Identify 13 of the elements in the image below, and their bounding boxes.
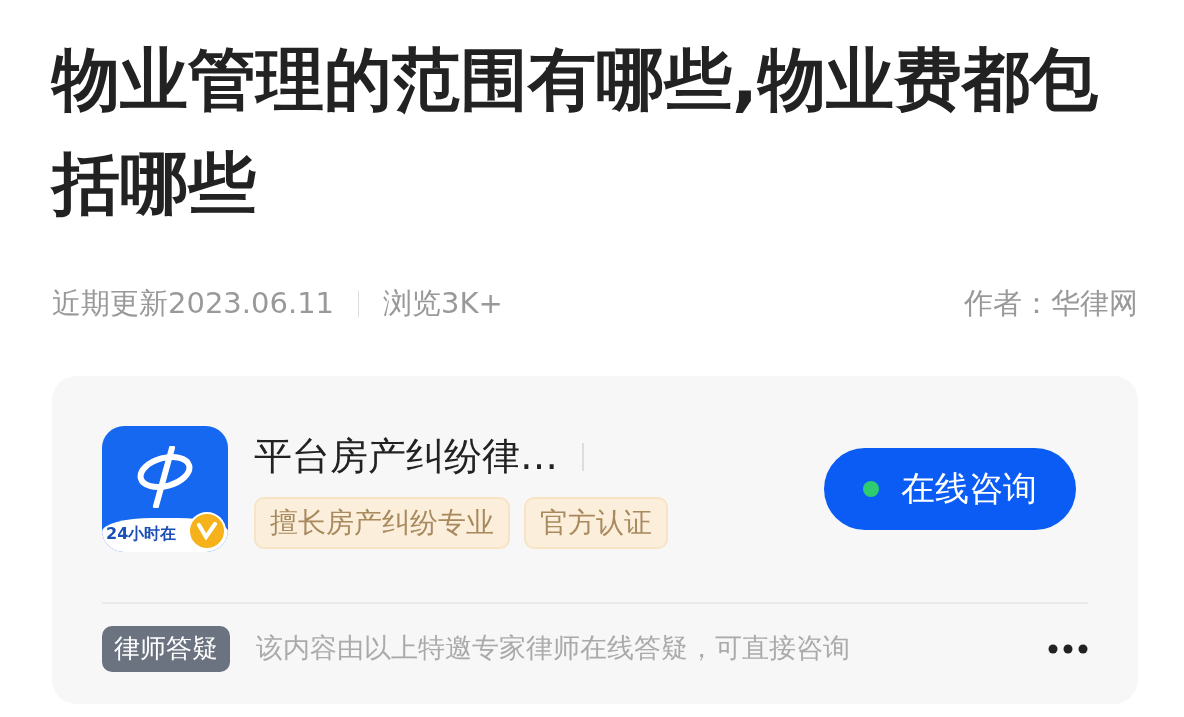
author: 作者：华律网 bbox=[964, 285, 1138, 322]
view-count: 浏览3K+ bbox=[383, 285, 503, 322]
phi-icon bbox=[136, 445, 194, 508]
more-icon[interactable] bbox=[1048, 643, 1088, 654]
consult-button[interactable]: 在线咨询 bbox=[824, 447, 1076, 530]
answer-note: 该内容由以上特邀专家律师在线答疑，可直接咨询 bbox=[256, 631, 850, 666]
update-date: 近期更新2023.06.11 bbox=[52, 285, 335, 322]
tag: 官方认证 bbox=[524, 497, 668, 549]
tag: 擅长房产纠纷专业 bbox=[254, 497, 510, 549]
lawyer-name: 平台房产纠纷律… bbox=[254, 433, 558, 480]
article-title: 物业管理的范围有哪些,物业费都包括哪些 bbox=[52, 39, 1099, 225]
logo-caption: 24小时在 bbox=[106, 522, 177, 545]
answer-badge: 律师答疑 bbox=[102, 625, 230, 672]
